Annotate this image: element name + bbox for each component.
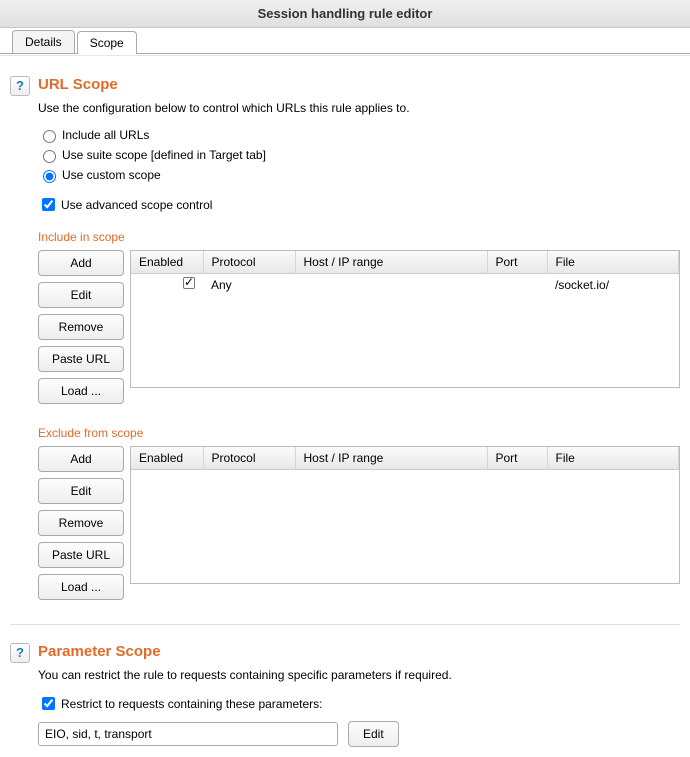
- radio-custom-scope-label: Use custom scope: [62, 168, 161, 182]
- url-scope-section: ? URL Scope Use the configuration below …: [10, 76, 680, 606]
- row-host: [295, 274, 487, 296]
- checkbox-advanced-scope[interactable]: [42, 198, 55, 211]
- checkbox-restrict-params[interactable]: [42, 697, 55, 710]
- parameters-edit-button[interactable]: Edit: [348, 721, 399, 747]
- section-divider: [10, 624, 680, 625]
- include-load-button[interactable]: Load ...: [38, 378, 124, 404]
- row-enabled-checkbox[interactable]: [183, 277, 195, 289]
- row-file: /socket.io/: [547, 274, 679, 296]
- help-icon[interactable]: ?: [10, 76, 30, 96]
- checkbox-advanced-scope-label: Use advanced scope control: [61, 198, 212, 212]
- parameter-scope-section: ? Parameter Scope You can restrict the r…: [10, 643, 680, 747]
- help-icon[interactable]: ?: [10, 643, 30, 663]
- exclude-add-button[interactable]: Add: [38, 446, 124, 472]
- content-area: ? URL Scope Use the configuration below …: [0, 55, 690, 757]
- radio-suite-scope[interactable]: [43, 150, 56, 163]
- table-row[interactable]: Any /socket.io/: [131, 274, 679, 296]
- tab-scope[interactable]: Scope: [77, 31, 137, 54]
- include-add-button[interactable]: Add: [38, 250, 124, 276]
- col-protocol[interactable]: Protocol: [203, 447, 295, 470]
- radio-include-all-label: Include all URLs: [62, 128, 149, 142]
- radio-suite-scope-label: Use suite scope [defined in Target tab]: [62, 148, 266, 162]
- window-title: Session handling rule editor: [0, 0, 690, 28]
- include-remove-button[interactable]: Remove: [38, 314, 124, 340]
- row-protocol: Any: [203, 274, 295, 296]
- col-port[interactable]: Port: [487, 251, 547, 274]
- include-paste-url-button[interactable]: Paste URL: [38, 346, 124, 372]
- url-scope-desc: Use the configuration below to control w…: [38, 101, 680, 115]
- parameter-scope-desc: You can restrict the rule to requests co…: [38, 668, 680, 682]
- exclude-heading: Exclude from scope: [38, 426, 680, 440]
- col-port[interactable]: Port: [487, 447, 547, 470]
- parameters-input[interactable]: [38, 722, 338, 746]
- exclude-table[interactable]: Enabled Protocol Host / IP range Port Fi…: [130, 446, 680, 584]
- col-host[interactable]: Host / IP range: [295, 447, 487, 470]
- row-port: [487, 274, 547, 296]
- col-file[interactable]: File: [547, 447, 679, 470]
- checkbox-restrict-params-label: Restrict to requests containing these pa…: [61, 697, 322, 711]
- col-host[interactable]: Host / IP range: [295, 251, 487, 274]
- radio-include-all[interactable]: [43, 130, 56, 143]
- exclude-load-button[interactable]: Load ...: [38, 574, 124, 600]
- col-file[interactable]: File: [547, 251, 679, 274]
- url-scope-title: URL Scope: [38, 76, 680, 93]
- include-table[interactable]: Enabled Protocol Host / IP range Port Fi…: [130, 250, 680, 388]
- col-protocol[interactable]: Protocol: [203, 251, 295, 274]
- exclude-paste-url-button[interactable]: Paste URL: [38, 542, 124, 568]
- tab-bar: Details Scope: [0, 28, 690, 54]
- include-heading: Include in scope: [38, 230, 680, 244]
- radio-custom-scope[interactable]: [43, 170, 56, 183]
- exclude-remove-button[interactable]: Remove: [38, 510, 124, 536]
- include-edit-button[interactable]: Edit: [38, 282, 124, 308]
- col-enabled[interactable]: Enabled: [131, 251, 203, 274]
- parameter-scope-title: Parameter Scope: [38, 643, 680, 660]
- tab-details[interactable]: Details: [12, 30, 75, 53]
- exclude-edit-button[interactable]: Edit: [38, 478, 124, 504]
- col-enabled[interactable]: Enabled: [131, 447, 203, 470]
